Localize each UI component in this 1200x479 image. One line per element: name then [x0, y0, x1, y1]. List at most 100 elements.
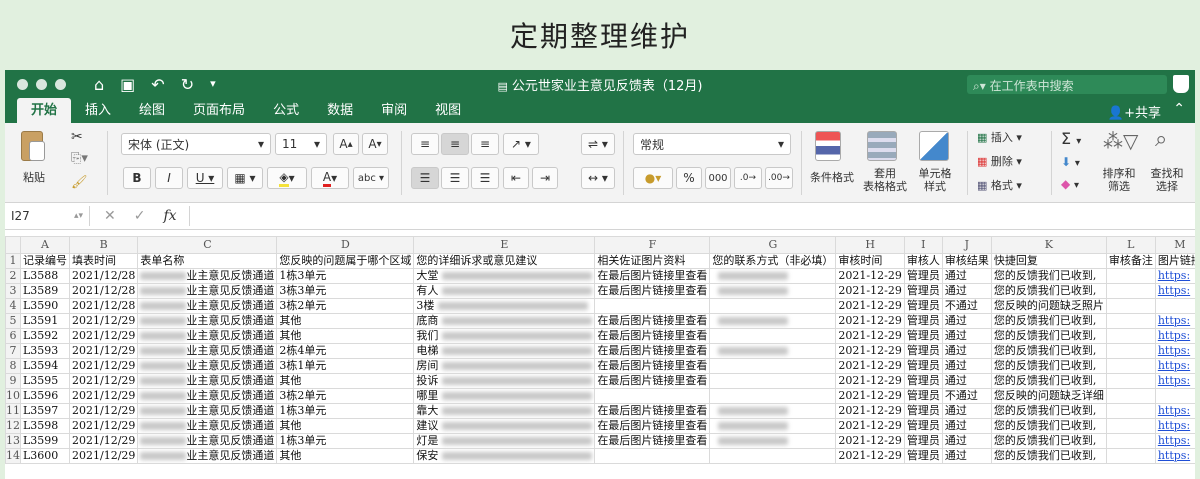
table-cell[interactable]: 表单名称: [137, 253, 278, 269]
cell-style-icon[interactable]: [919, 131, 949, 161]
row-header[interactable]: 6: [5, 328, 21, 344]
row-header[interactable]: 12: [5, 418, 21, 434]
table-cell[interactable]: [594, 448, 711, 464]
table-cell[interactable]: 您反映的问题属于哪个区域: [276, 253, 415, 269]
table-cell[interactable]: 您的详细诉求或意见建议: [413, 253, 596, 269]
table-cell[interactable]: 2021/12/29: [68, 448, 139, 464]
insert-function-icon[interactable]: fx: [163, 208, 176, 224]
table-cell[interactable]: 通过: [941, 328, 992, 344]
underline-button[interactable]: U ▾: [187, 167, 223, 189]
table-cell[interactable]: 2021/12/29: [68, 373, 139, 389]
align-bottom-button[interactable]: ≡: [471, 133, 499, 155]
enter-icon[interactable]: ✓: [134, 208, 146, 224]
image-link[interactable]: https:: [1158, 405, 1190, 418]
table-cell[interactable]: 2021-12-29: [835, 343, 905, 359]
table-cell[interactable]: 审核备注: [1105, 253, 1156, 269]
table-cell[interactable]: [709, 358, 837, 374]
table-cell[interactable]: 3栋3单元: [276, 283, 415, 299]
table-cell[interactable]: 业主意见反馈通道: [137, 388, 278, 404]
table-cell[interactable]: 在最后图片链接里查看: [594, 343, 711, 359]
table-cell[interactable]: 2021-12-29: [835, 313, 905, 329]
table-cell[interactable]: 2021-12-29: [835, 268, 905, 284]
table-cell[interactable]: 通过: [941, 418, 992, 434]
minimize-window-button[interactable]: [36, 78, 47, 90]
column-header[interactable]: L: [1105, 236, 1156, 254]
table-cell[interactable]: L3589: [20, 283, 70, 299]
table-cell[interactable]: 业主意见反馈通道: [137, 328, 278, 344]
sort-filter-label-2[interactable]: 筛选: [1097, 180, 1141, 193]
table-cell[interactable]: 业主意见反馈通道: [137, 358, 278, 374]
table-cell[interactable]: 您的反馈我们已收到,: [990, 403, 1107, 419]
row-header[interactable]: 3: [5, 283, 21, 299]
table-cell[interactable]: 管理员: [903, 283, 943, 299]
table-cell[interactable]: 管理员: [903, 418, 943, 434]
borders-button[interactable]: ▦ ▾: [227, 167, 263, 189]
column-header[interactable]: H: [835, 236, 905, 254]
table-cell[interactable]: [1105, 283, 1156, 299]
table-cell[interactable]: 灯是: [413, 433, 596, 449]
table-cell[interactable]: 快捷回复: [990, 253, 1107, 269]
table-cell[interactable]: 在最后图片链接里查看: [594, 283, 711, 299]
table-cell[interactable]: 2021/12/28: [68, 268, 139, 284]
image-link[interactable]: https:: [1158, 270, 1190, 283]
table-cell[interactable]: 其他: [276, 373, 415, 389]
find-select-label-1[interactable]: 查找和: [1145, 167, 1189, 180]
image-link[interactable]: https:: [1158, 450, 1190, 463]
table-cell[interactable]: 3栋2单元: [276, 388, 415, 404]
table-cell[interactable]: [1154, 388, 1195, 404]
table-cell[interactable]: 3楼: [413, 298, 596, 314]
table-cell[interactable]: [594, 388, 711, 404]
table-cell[interactable]: 靠大: [413, 403, 596, 419]
sort-filter-icon[interactable]: ⁂▽: [1103, 129, 1138, 153]
table-cell[interactable]: 图片链接: [1154, 253, 1195, 269]
table-cell[interactable]: L3595: [20, 373, 70, 389]
table-cell[interactable]: 房间: [413, 358, 596, 374]
table-format-icon[interactable]: [867, 131, 897, 161]
table-cell[interactable]: 管理员: [903, 448, 943, 464]
format-cells-button[interactable]: ▦ 格式 ▾: [977, 177, 1022, 193]
table-cell[interactable]: 管理员: [903, 298, 943, 314]
find-select-label-2[interactable]: 选择: [1145, 180, 1189, 193]
table-cell[interactable]: L3599: [20, 433, 70, 449]
table-cell[interactable]: [1105, 373, 1156, 389]
table-cell[interactable]: [709, 343, 837, 359]
table-cell[interactable]: [1105, 418, 1156, 434]
align-center-button[interactable]: ☰: [441, 167, 469, 189]
redo-icon[interactable]: ↻: [181, 75, 194, 94]
table-cell[interactable]: 2021-12-29: [835, 298, 905, 314]
table-cell[interactable]: L3594: [20, 358, 70, 374]
orientation-button[interactable]: ↗ ▾: [503, 133, 539, 155]
table-cell[interactable]: 在最后图片链接里查看: [594, 403, 711, 419]
spreadsheet-grid[interactable]: A B C D E F G H I J K L M 1 记录编号 填表时间 表单…: [5, 236, 1195, 479]
cell-style-label-1[interactable]: 单元格: [913, 167, 957, 180]
table-cell[interactable]: 您的反馈我们已收到,: [990, 373, 1107, 389]
table-cell[interactable]: 管理员: [903, 403, 943, 419]
font-name-select[interactable]: 宋体 (正文) ▾: [121, 133, 271, 155]
align-middle-button[interactable]: ≡: [441, 133, 469, 155]
table-cell[interactable]: 您的反馈我们已收到,: [990, 418, 1107, 434]
row-header[interactable]: 1: [5, 253, 21, 269]
font-color-button[interactable]: A ▾: [311, 167, 349, 189]
table-cell[interactable]: 2021-12-29: [835, 328, 905, 344]
table-cell[interactable]: 其他: [276, 448, 415, 464]
column-header[interactable]: B: [68, 236, 139, 254]
table-cell[interactable]: 管理员: [903, 358, 943, 374]
table-cell[interactable]: 2021-12-29: [835, 418, 905, 434]
table-cell[interactable]: 在最后图片链接里查看: [594, 418, 711, 434]
table-cell[interactable]: L3600: [20, 448, 70, 464]
undo-icon[interactable]: ↶: [151, 75, 164, 94]
table-cell[interactable]: 通过: [941, 358, 992, 374]
table-cell[interactable]: [1105, 448, 1156, 464]
table-cell[interactable]: L3593: [20, 343, 70, 359]
merge-center-button[interactable]: ↔ ▾: [581, 167, 615, 189]
comma-style-button[interactable]: 000: [705, 167, 731, 189]
tab-formulas[interactable]: 公式: [259, 98, 313, 123]
zoom-window-button[interactable]: [55, 78, 66, 90]
table-cell[interactable]: 保安: [413, 448, 596, 464]
table-cell[interactable]: 2021/12/28: [68, 298, 139, 314]
home-icon[interactable]: ⌂: [94, 75, 104, 94]
table-cell[interactable]: L3598: [20, 418, 70, 434]
table-cell[interactable]: 2021-12-29: [835, 448, 905, 464]
table-cell[interactable]: 审核时间: [835, 253, 905, 269]
table-cell[interactable]: https:: [1154, 448, 1195, 464]
